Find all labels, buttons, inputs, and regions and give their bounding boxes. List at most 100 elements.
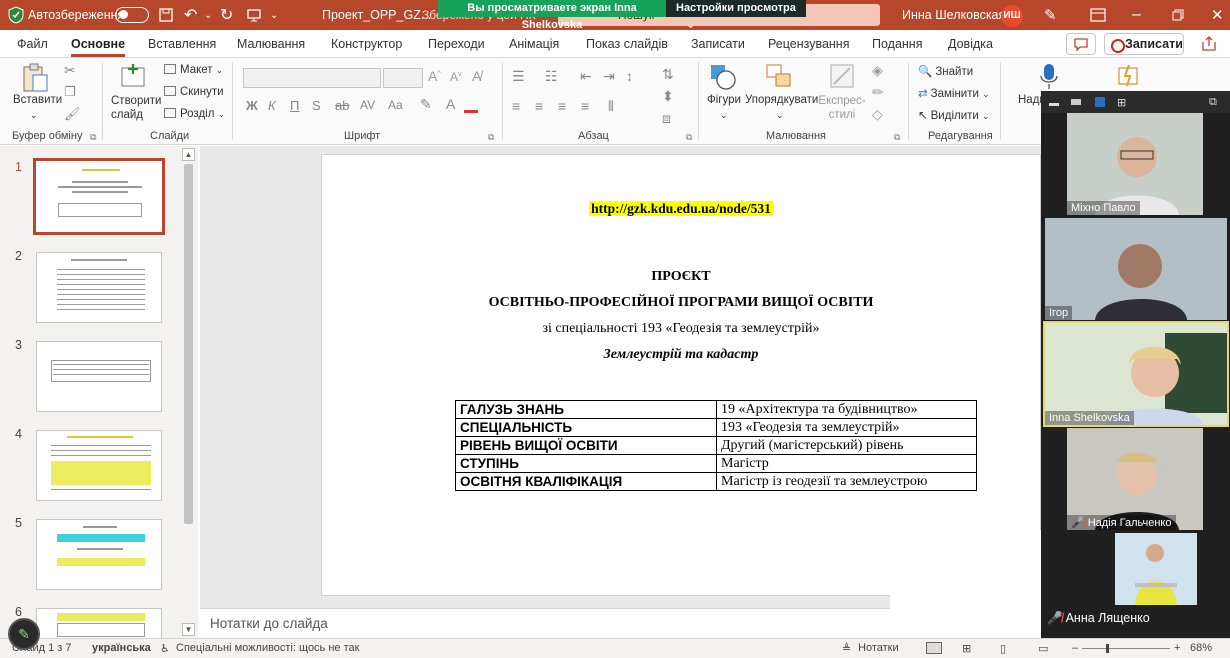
grid-view-icon[interactable]: ⊞ xyxy=(1117,96,1126,109)
font-name-select[interactable] xyxy=(243,68,381,88)
minimize-icon[interactable]: ▬ xyxy=(1049,98,1059,109)
replace-button[interactable]: ⇄ Замінити ⌄ xyxy=(918,86,990,100)
accessibility-icon[interactable]: ♿ xyxy=(160,642,170,655)
microphone-icon[interactable] xyxy=(1038,62,1060,92)
tab-review[interactable]: Рецензування xyxy=(768,37,849,51)
paste-button[interactable]: Вставити xyxy=(13,94,62,106)
justify-icon[interactable]: ≡ xyxy=(581,98,589,114)
thumbnails-scrollbar[interactable]: ▲ ▼ xyxy=(182,148,195,636)
align-center-icon[interactable]: ≡ xyxy=(535,98,543,114)
numbering-icon[interactable]: ☷ xyxy=(545,68,558,85)
reading-view-icon[interactable]: ▯ xyxy=(1000,642,1006,655)
italic-icon[interactable]: К xyxy=(268,98,276,113)
layout-button[interactable]: Макет ⌄ xyxy=(164,64,223,76)
increase-font-icon[interactable]: A^ xyxy=(428,68,441,84)
chevron-down-icon[interactable]: ⌄ xyxy=(776,110,784,121)
notes-pane[interactable]: Нотатки до слайда xyxy=(200,608,890,638)
present-icon[interactable] xyxy=(246,0,262,30)
strip-view-icon[interactable] xyxy=(1095,97,1105,107)
new-slide-icon[interactable] xyxy=(118,62,148,92)
dialog-launcher-icon[interactable]: ⧉ xyxy=(90,132,96,143)
columns-icon[interactable]: ⫴ xyxy=(608,98,614,115)
shadow-icon[interactable]: S xyxy=(312,98,321,113)
tab-record[interactable]: Записати xyxy=(691,37,745,51)
tab-insert[interactable]: Вставлення xyxy=(148,37,216,51)
paste-icon[interactable] xyxy=(20,62,50,94)
redo-icon[interactable]: ↻ xyxy=(220,0,233,30)
select-button[interactable]: ↖ Виділити ⌄ xyxy=(918,108,990,122)
decrease-font-icon[interactable]: Av xyxy=(450,70,462,84)
tab-transitions[interactable]: Переходи xyxy=(428,37,485,51)
save-icon[interactable] xyxy=(158,0,174,30)
undo-icon[interactable]: ↶ xyxy=(184,0,197,30)
strikethrough-icon[interactable]: ab xyxy=(335,98,349,113)
zoom-in-icon[interactable]: + xyxy=(1174,642,1180,654)
slide-sorter-icon[interactable]: ⊞ xyxy=(962,642,971,655)
underline-icon[interactable]: П xyxy=(290,98,299,113)
highlight-icon[interactable]: ✎ xyxy=(420,96,432,113)
zoom-slider-thumb[interactable] xyxy=(1106,644,1109,653)
pen-icon[interactable]: ✎ xyxy=(1044,0,1057,30)
slide-thumbnail-5[interactable] xyxy=(36,519,162,590)
tab-help[interactable]: Довідка xyxy=(948,37,993,51)
text-direction-icon[interactable]: ⇅ xyxy=(662,66,674,83)
font-color-icon[interactable]: A xyxy=(446,96,455,112)
dialog-launcher-icon[interactable]: ⧉ xyxy=(894,132,900,143)
smartart-icon[interactable]: ⧈ xyxy=(662,110,671,127)
language-indicator[interactable]: українська xyxy=(92,642,151,654)
dialog-launcher-icon[interactable]: ⧉ xyxy=(686,132,692,143)
reset-button[interactable]: Скинути xyxy=(164,86,224,98)
view-settings-button[interactable]: Настройки просмотра ⌄ xyxy=(666,0,806,31)
dialog-launcher-icon[interactable]: ⧉ xyxy=(488,132,494,143)
clear-format-icon[interactable]: A̸ xyxy=(472,68,481,84)
cut-icon[interactable]: ✂ xyxy=(64,62,76,79)
slide-thumbnail-1[interactable] xyxy=(33,158,165,235)
ribbon-display-icon[interactable] xyxy=(1090,0,1106,30)
autosave-toggle[interactable] xyxy=(115,0,149,30)
increase-indent-icon[interactable]: ⇥ xyxy=(603,68,615,85)
accessibility-status[interactable]: Спеціальні можливості: щось не так xyxy=(176,642,359,654)
tab-slideshow[interactable]: Показ слайдів xyxy=(586,37,668,51)
chevron-down-icon[interactable]: ⌄ xyxy=(30,110,38,121)
bullets-icon[interactable]: ☰ xyxy=(512,68,525,85)
arrange-icon[interactable] xyxy=(764,62,794,92)
designer-icon[interactable] xyxy=(1116,62,1142,90)
participant-tile[interactable] xyxy=(1115,533,1197,605)
zoom-slider[interactable] xyxy=(1082,648,1170,649)
participant-tile[interactable]: Ігор xyxy=(1045,218,1227,320)
scrollbar-thumb[interactable] xyxy=(184,164,193,524)
section-button[interactable]: Розділ ⌄ xyxy=(164,108,225,120)
slide-thumbnail-3[interactable] xyxy=(36,341,162,412)
restore-icon[interactable] xyxy=(1172,0,1184,30)
speaker-view-icon[interactable] xyxy=(1071,99,1081,105)
align-text-icon[interactable]: ⬍ xyxy=(662,88,674,105)
arrange-button[interactable]: Упорядкувати xyxy=(745,94,818,106)
slideshow-icon[interactable]: ▭ xyxy=(1038,642,1048,655)
share-icon[interactable] xyxy=(1196,34,1222,54)
quick-styles-icon[interactable] xyxy=(828,62,858,92)
scroll-down-icon[interactable]: ▼ xyxy=(182,623,195,636)
normal-view-icon[interactable] xyxy=(926,642,942,654)
participant-tile[interactable]: Міхно Павло xyxy=(1067,113,1203,215)
new-slide-button[interactable]: Створити слайд xyxy=(111,94,161,122)
close-icon[interactable]: ✕ xyxy=(1211,0,1224,30)
shape-effects-icon[interactable]: ◇ xyxy=(872,106,883,123)
record-button[interactable]: Записати xyxy=(1104,33,1184,55)
find-button[interactable]: 🔍 Знайти xyxy=(918,64,973,78)
change-case-icon[interactable]: Aa xyxy=(388,98,403,112)
dictate-button[interactable]: Надиктувати xyxy=(1018,94,1042,106)
font-size-select[interactable] xyxy=(383,68,423,88)
zoom-level[interactable]: 68% xyxy=(1190,642,1212,654)
align-right-icon[interactable]: ≡ xyxy=(558,98,566,114)
format-painter-icon[interactable]: 🖌 xyxy=(64,106,81,122)
align-left-icon[interactable]: ≡ xyxy=(512,98,520,114)
zoom-out-icon[interactable]: – xyxy=(1072,642,1078,654)
slide-thumbnail-6[interactable] xyxy=(36,608,162,638)
char-spacing-icon[interactable]: AV xyxy=(360,98,375,112)
comments-button[interactable] xyxy=(1066,33,1096,55)
shape-outline-icon[interactable]: ✏ xyxy=(872,84,884,101)
quick-styles-button[interactable]: Експрес-стилі xyxy=(818,94,866,122)
popout-icon[interactable]: ⧉ xyxy=(1209,96,1217,109)
notes-icon[interactable]: ≜ xyxy=(842,642,851,655)
shapes-icon[interactable] xyxy=(708,62,738,92)
